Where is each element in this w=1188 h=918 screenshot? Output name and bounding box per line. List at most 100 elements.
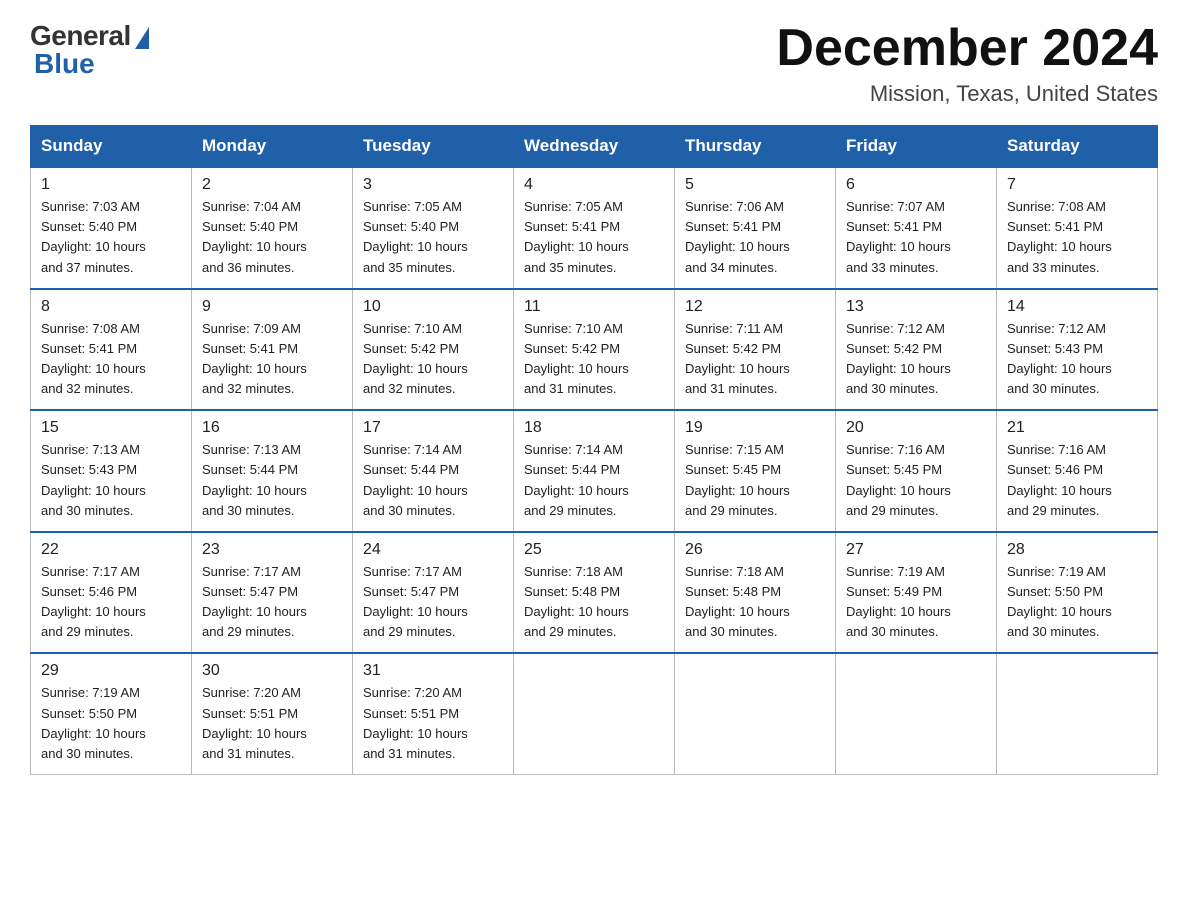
day-info: Sunrise: 7:14 AM Sunset: 5:44 PM Dayligh…: [524, 440, 664, 521]
day-info: Sunrise: 7:07 AM Sunset: 5:41 PM Dayligh…: [846, 197, 986, 278]
calendar-cell: 9 Sunrise: 7:09 AM Sunset: 5:41 PM Daylig…: [192, 289, 353, 411]
day-info: Sunrise: 7:16 AM Sunset: 5:45 PM Dayligh…: [846, 440, 986, 521]
day-info: Sunrise: 7:11 AM Sunset: 5:42 PM Dayligh…: [685, 319, 825, 400]
day-info: Sunrise: 7:17 AM Sunset: 5:47 PM Dayligh…: [202, 562, 342, 643]
day-info: Sunrise: 7:08 AM Sunset: 5:41 PM Dayligh…: [1007, 197, 1147, 278]
day-number: 8: [41, 298, 181, 316]
header: General Blue December 2024 Mission, Texa…: [30, 20, 1158, 107]
logo: General Blue: [30, 20, 149, 80]
day-number: 10: [363, 298, 503, 316]
calendar-cell: 5 Sunrise: 7:06 AM Sunset: 5:41 PM Daylig…: [675, 167, 836, 289]
location-title: Mission, Texas, United States: [776, 81, 1158, 107]
day-number: 11: [524, 298, 664, 316]
calendar-cell: 12Sunrise: 7:11 AM Sunset: 5:42 PM Dayli…: [675, 289, 836, 411]
calendar-cell: 14 Sunrise: 7:12 AM Sunset: 5:43 PM Dayli…: [997, 289, 1158, 411]
col-friday: Friday: [836, 126, 997, 168]
calendar-cell: 11Sunrise: 7:10 AM Sunset: 5:42 PM Dayli…: [514, 289, 675, 411]
day-info: Sunrise: 7:14 AM Sunset: 5:44 PM Dayligh…: [363, 440, 503, 521]
calendar-cell: [997, 653, 1158, 774]
page: General Blue December 2024 Mission, Texa…: [0, 0, 1188, 805]
logo-triangle-icon: [135, 27, 149, 49]
day-number: 19: [685, 419, 825, 437]
day-number: 1: [41, 176, 181, 194]
calendar-cell: 24Sunrise: 7:17 AM Sunset: 5:47 PM Dayli…: [353, 532, 514, 654]
day-info: Sunrise: 7:16 AM Sunset: 5:46 PM Dayligh…: [1007, 440, 1147, 521]
day-info: Sunrise: 7:19 AM Sunset: 5:49 PM Dayligh…: [846, 562, 986, 643]
day-number: 27: [846, 541, 986, 559]
day-number: 16: [202, 419, 342, 437]
calendar-cell: 15 Sunrise: 7:13 AM Sunset: 5:43 PM Dayli…: [31, 410, 192, 532]
day-number: 31: [363, 662, 503, 680]
calendar-table: Sunday Monday Tuesday Wednesday Thursday…: [30, 125, 1158, 775]
day-number: 20: [846, 419, 986, 437]
calendar-cell: 6 Sunrise: 7:07 AM Sunset: 5:41 PM Daylig…: [836, 167, 997, 289]
calendar-cell: 30 Sunrise: 7:20 AM Sunset: 5:51 PM Dayli…: [192, 653, 353, 774]
calendar-cell: [675, 653, 836, 774]
day-number: 9: [202, 298, 342, 316]
day-number: 15: [41, 419, 181, 437]
calendar-week-row: 15 Sunrise: 7:13 AM Sunset: 5:43 PM Dayli…: [31, 410, 1158, 532]
calendar-cell: 3Sunrise: 7:05 AM Sunset: 5:40 PM Daylig…: [353, 167, 514, 289]
day-number: 30: [202, 662, 342, 680]
day-number: 18: [524, 419, 664, 437]
calendar-cell: 27 Sunrise: 7:19 AM Sunset: 5:49 PM Dayli…: [836, 532, 997, 654]
day-number: 13: [846, 298, 986, 316]
calendar-cell: 16 Sunrise: 7:13 AM Sunset: 5:44 PM Dayli…: [192, 410, 353, 532]
calendar-cell: 23Sunrise: 7:17 AM Sunset: 5:47 PM Dayli…: [192, 532, 353, 654]
calendar-cell: 20 Sunrise: 7:16 AM Sunset: 5:45 PM Dayli…: [836, 410, 997, 532]
col-saturday: Saturday: [997, 126, 1158, 168]
day-number: 6: [846, 176, 986, 194]
calendar-week-row: 29 Sunrise: 7:19 AM Sunset: 5:50 PM Dayli…: [31, 653, 1158, 774]
calendar-cell: 31Sunrise: 7:20 AM Sunset: 5:51 PM Dayli…: [353, 653, 514, 774]
col-sunday: Sunday: [31, 126, 192, 168]
day-info: Sunrise: 7:06 AM Sunset: 5:41 PM Dayligh…: [685, 197, 825, 278]
calendar-cell: 25Sunrise: 7:18 AM Sunset: 5:48 PM Dayli…: [514, 532, 675, 654]
calendar-cell: [836, 653, 997, 774]
calendar-cell: 26Sunrise: 7:18 AM Sunset: 5:48 PM Dayli…: [675, 532, 836, 654]
calendar-cell: 21 Sunrise: 7:16 AM Sunset: 5:46 PM Dayli…: [997, 410, 1158, 532]
day-info: Sunrise: 7:12 AM Sunset: 5:43 PM Dayligh…: [1007, 319, 1147, 400]
day-number: 25: [524, 541, 664, 559]
calendar-cell: [514, 653, 675, 774]
day-number: 14: [1007, 298, 1147, 316]
day-number: 17: [363, 419, 503, 437]
day-number: 21: [1007, 419, 1147, 437]
calendar-cell: 19 Sunrise: 7:15 AM Sunset: 5:45 PM Dayli…: [675, 410, 836, 532]
day-info: Sunrise: 7:20 AM Sunset: 5:51 PM Dayligh…: [202, 683, 342, 764]
title-block: December 2024 Mission, Texas, United Sta…: [776, 20, 1158, 107]
day-number: 2: [202, 176, 342, 194]
day-info: Sunrise: 7:10 AM Sunset: 5:42 PM Dayligh…: [363, 319, 503, 400]
day-info: Sunrise: 7:19 AM Sunset: 5:50 PM Dayligh…: [41, 683, 181, 764]
calendar-cell: 13 Sunrise: 7:12 AM Sunset: 5:42 PM Dayli…: [836, 289, 997, 411]
day-info: Sunrise: 7:13 AM Sunset: 5:43 PM Dayligh…: [41, 440, 181, 521]
day-info: Sunrise: 7:09 AM Sunset: 5:41 PM Dayligh…: [202, 319, 342, 400]
day-info: Sunrise: 7:19 AM Sunset: 5:50 PM Dayligh…: [1007, 562, 1147, 643]
calendar-cell: 8 Sunrise: 7:08 AM Sunset: 5:41 PM Daylig…: [31, 289, 192, 411]
calendar-header-row: Sunday Monday Tuesday Wednesday Thursday…: [31, 126, 1158, 168]
day-info: Sunrise: 7:15 AM Sunset: 5:45 PM Dayligh…: [685, 440, 825, 521]
calendar-cell: 29 Sunrise: 7:19 AM Sunset: 5:50 PM Dayli…: [31, 653, 192, 774]
calendar-cell: 1 Sunrise: 7:03 AM Sunset: 5:40 PM Daylig…: [31, 167, 192, 289]
day-info: Sunrise: 7:03 AM Sunset: 5:40 PM Dayligh…: [41, 197, 181, 278]
day-number: 29: [41, 662, 181, 680]
day-number: 7: [1007, 176, 1147, 194]
calendar-cell: 28Sunrise: 7:19 AM Sunset: 5:50 PM Dayli…: [997, 532, 1158, 654]
day-info: Sunrise: 7:08 AM Sunset: 5:41 PM Dayligh…: [41, 319, 181, 400]
calendar-week-row: 8 Sunrise: 7:08 AM Sunset: 5:41 PM Daylig…: [31, 289, 1158, 411]
month-title: December 2024: [776, 20, 1158, 77]
col-wednesday: Wednesday: [514, 126, 675, 168]
day-info: Sunrise: 7:13 AM Sunset: 5:44 PM Dayligh…: [202, 440, 342, 521]
calendar-cell: 17 Sunrise: 7:14 AM Sunset: 5:44 PM Dayli…: [353, 410, 514, 532]
calendar-week-row: 22Sunrise: 7:17 AM Sunset: 5:46 PM Dayli…: [31, 532, 1158, 654]
day-info: Sunrise: 7:17 AM Sunset: 5:47 PM Dayligh…: [363, 562, 503, 643]
calendar-cell: 18 Sunrise: 7:14 AM Sunset: 5:44 PM Dayli…: [514, 410, 675, 532]
col-thursday: Thursday: [675, 126, 836, 168]
day-info: Sunrise: 7:12 AM Sunset: 5:42 PM Dayligh…: [846, 319, 986, 400]
calendar-cell: 2Sunrise: 7:04 AM Sunset: 5:40 PM Daylig…: [192, 167, 353, 289]
col-tuesday: Tuesday: [353, 126, 514, 168]
calendar-cell: 7 Sunrise: 7:08 AM Sunset: 5:41 PM Daylig…: [997, 167, 1158, 289]
calendar-cell: 4Sunrise: 7:05 AM Sunset: 5:41 PM Daylig…: [514, 167, 675, 289]
day-number: 3: [363, 176, 503, 194]
day-number: 5: [685, 176, 825, 194]
day-info: Sunrise: 7:05 AM Sunset: 5:41 PM Dayligh…: [524, 197, 664, 278]
